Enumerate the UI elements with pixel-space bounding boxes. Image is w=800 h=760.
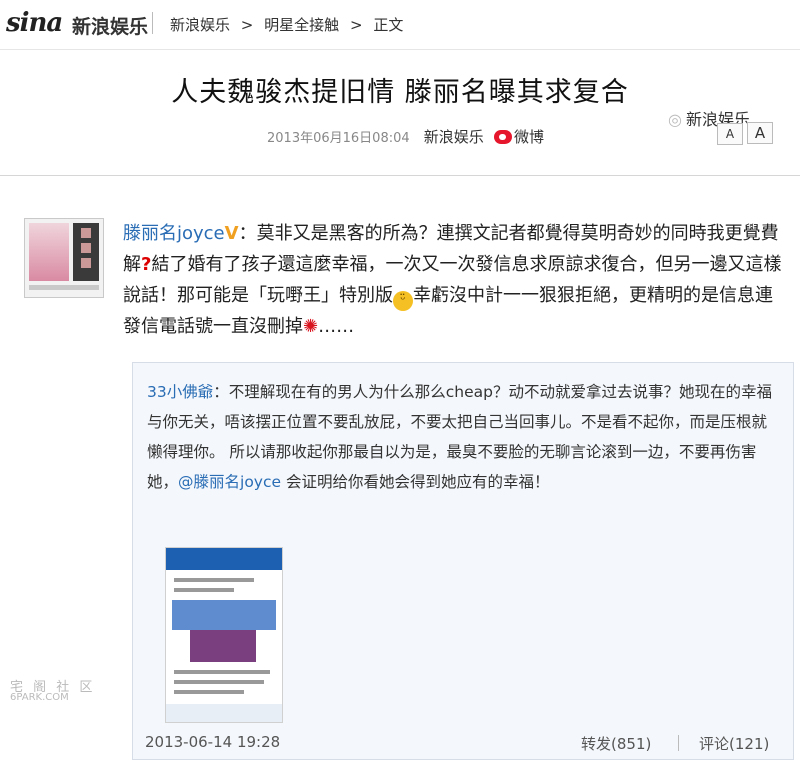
weibo-icon: [493, 130, 512, 144]
nav-divider: [152, 12, 153, 34]
nav-bottom-border: [0, 49, 800, 50]
smile-emoji-icon: ᵕ̈: [393, 291, 413, 311]
breadcrumb-category-link[interactable]: 明星全接触: [264, 16, 339, 34]
post-text-ellipsis: ……: [318, 316, 355, 337]
verified-badge-icon: V: [224, 223, 239, 244]
weibo-label: 微博: [513, 128, 544, 146]
breadcrumb-separator: >: [349, 16, 363, 34]
article-source-link[interactable]: 新浪娱乐: [424, 128, 484, 146]
forward-link[interactable]: 转发(851): [581, 733, 651, 754]
weibo-post-text: 滕丽名joyceV：莫非又是黑客的所為？連撰文記者都覺得莫明奇妙的同時我更覺費解…: [123, 218, 783, 342]
thumbnail-photo: [190, 630, 256, 662]
repost-box: 33小佛爺：不理解现在有的男人为什么那么cheap？动不动就爱拿过去说事？她现在…: [132, 362, 794, 760]
repost-text: 33小佛爺：不理解现在有的男人为什么那么cheap？动不动就爱拿过去说事？她现在…: [147, 377, 779, 497]
breadcrumb: 新浪娱乐 > 明星全接触 > 正文: [170, 14, 409, 35]
angry-emoji-icon: ✺: [303, 316, 319, 337]
article-date: 2013年06月16日08:04: [267, 131, 410, 146]
article-meta: 2013年06月16日08:04 新浪娱乐 微博: [267, 126, 544, 147]
thumbnail-line: [174, 680, 264, 684]
watermark-url: 6PARK.COM: [10, 692, 69, 703]
thumbnail-line: [174, 670, 270, 674]
repost-image-thumbnail[interactable]: [165, 547, 283, 723]
header-divider: [0, 175, 800, 176]
weibo-link[interactable]: 微博: [493, 128, 544, 146]
repost-text-part: 会证明给你看她会得到她应有的幸福！: [281, 473, 550, 491]
avatar-photo: [29, 223, 69, 281]
top-nav-bar: sina 新浪娱乐 新浪娱乐 > 明星全接触 > 正文: [0, 0, 800, 50]
snail-icon: ◎: [668, 110, 682, 129]
repost-mention-link[interactable]: @滕丽名joyce: [178, 473, 281, 491]
comment-link[interactable]: 评论(121): [699, 733, 769, 754]
repost-username-link[interactable]: 33小佛爺: [147, 383, 213, 401]
question-mark-icon: ?: [141, 254, 152, 275]
breadcrumb-current: 正文: [373, 16, 404, 34]
breadcrumb-home-link[interactable]: 新浪娱乐: [170, 16, 230, 34]
font-decrease-button[interactable]: A: [717, 123, 743, 145]
thumbnail-line: [174, 690, 244, 694]
avatar-caption: [29, 285, 99, 290]
font-increase-button[interactable]: A: [747, 122, 773, 144]
thumbnail-line: [174, 588, 234, 592]
breadcrumb-separator: >: [240, 16, 254, 34]
thumbnail-header: [166, 548, 282, 570]
repost-timestamp-link[interactable]: 2013-06-14 19:28: [145, 733, 280, 751]
font-size-controls: AA: [713, 122, 773, 145]
logo-text: sina: [6, 8, 63, 38]
thumbnail-footer: [166, 704, 282, 722]
avatar-thumbnails: [73, 223, 99, 281]
post-username-link[interactable]: 滕丽名joyce: [123, 223, 225, 244]
logo-subtitle[interactable]: 新浪娱乐: [72, 12, 148, 39]
sina-logo[interactable]: sina: [6, 8, 63, 38]
avatar[interactable]: [24, 218, 104, 298]
thumbnail-photo: [172, 600, 276, 630]
thumbnail-line: [174, 578, 254, 582]
article-title: 人夫魏骏杰提旧情 滕丽名曝其求复合: [171, 77, 629, 108]
action-divider: [678, 735, 679, 751]
